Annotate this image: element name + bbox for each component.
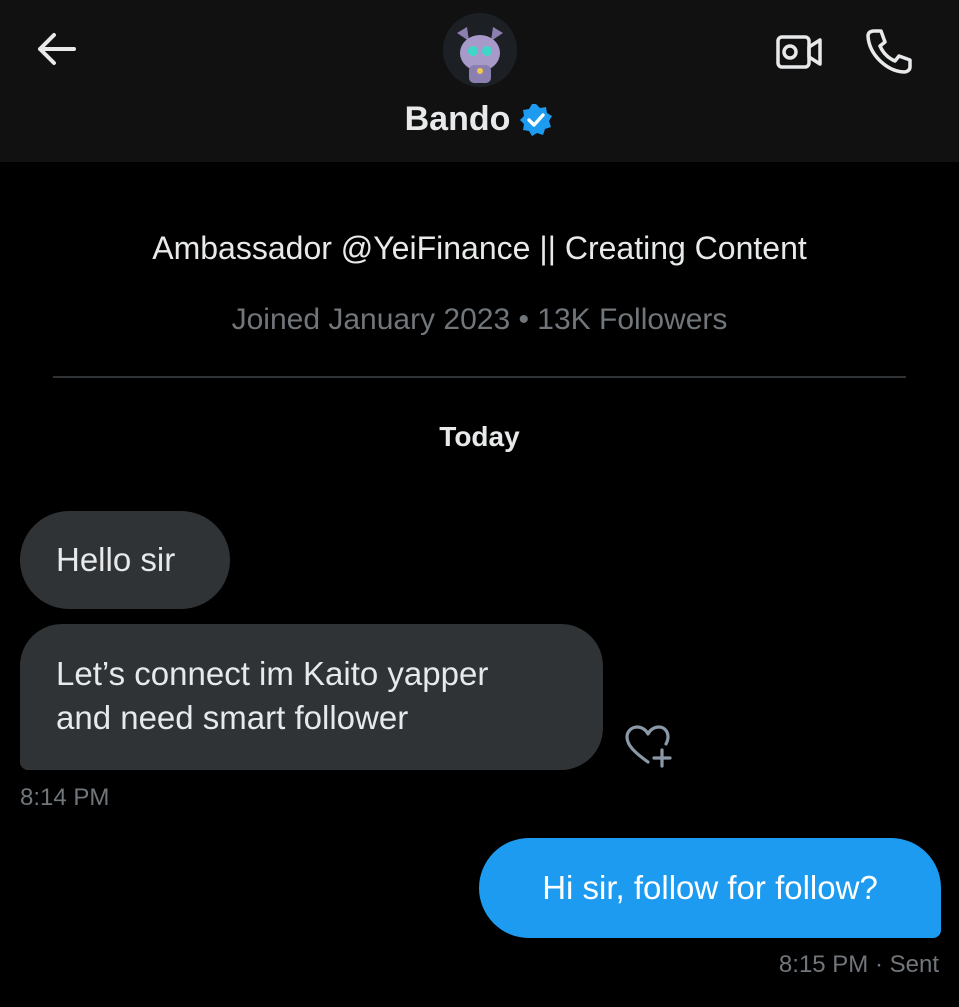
incoming-message[interactable]: Let’s connect im Kaito yapper and need s… — [20, 624, 603, 770]
contact-name: Bando — [404, 100, 511, 138]
back-button[interactable] — [32, 27, 80, 71]
message-text: Hi sir, follow for follow? — [542, 869, 878, 906]
avatar-image — [443, 13, 517, 87]
phone-call-button[interactable] — [860, 26, 914, 76]
message-text: Hello sir — [56, 541, 176, 578]
message-text: Let’s connect im Kaito yapper and need s… — [56, 655, 489, 736]
phone-icon — [866, 29, 912, 74]
date-separator: Today — [439, 421, 520, 452]
contact-name-row[interactable]: Bando — [0, 100, 959, 139]
heart-plus-icon — [625, 725, 672, 768]
verified-badge-icon — [520, 103, 553, 136]
avatar[interactable] — [443, 13, 517, 87]
outgoing-message[interactable]: Hi sir, follow for follow? — [479, 838, 941, 938]
divider — [53, 376, 906, 378]
add-reaction-button[interactable] — [622, 722, 674, 770]
video-call-icon — [776, 35, 822, 69]
conversation-header: Bando — [0, 0, 959, 162]
profile-meta: Joined January 2023 • 13K Followers — [231, 303, 728, 336]
video-call-button[interactable] — [773, 30, 827, 74]
profile-bio: Ambassador @YeiFinance || Creating Conte… — [152, 230, 807, 266]
back-arrow-icon — [38, 33, 76, 65]
message-timestamp: 8:14 PM — [20, 784, 110, 811]
incoming-message[interactable]: Hello sir — [20, 511, 230, 609]
message-status: 8:15 PM · Sent — [778, 951, 939, 978]
